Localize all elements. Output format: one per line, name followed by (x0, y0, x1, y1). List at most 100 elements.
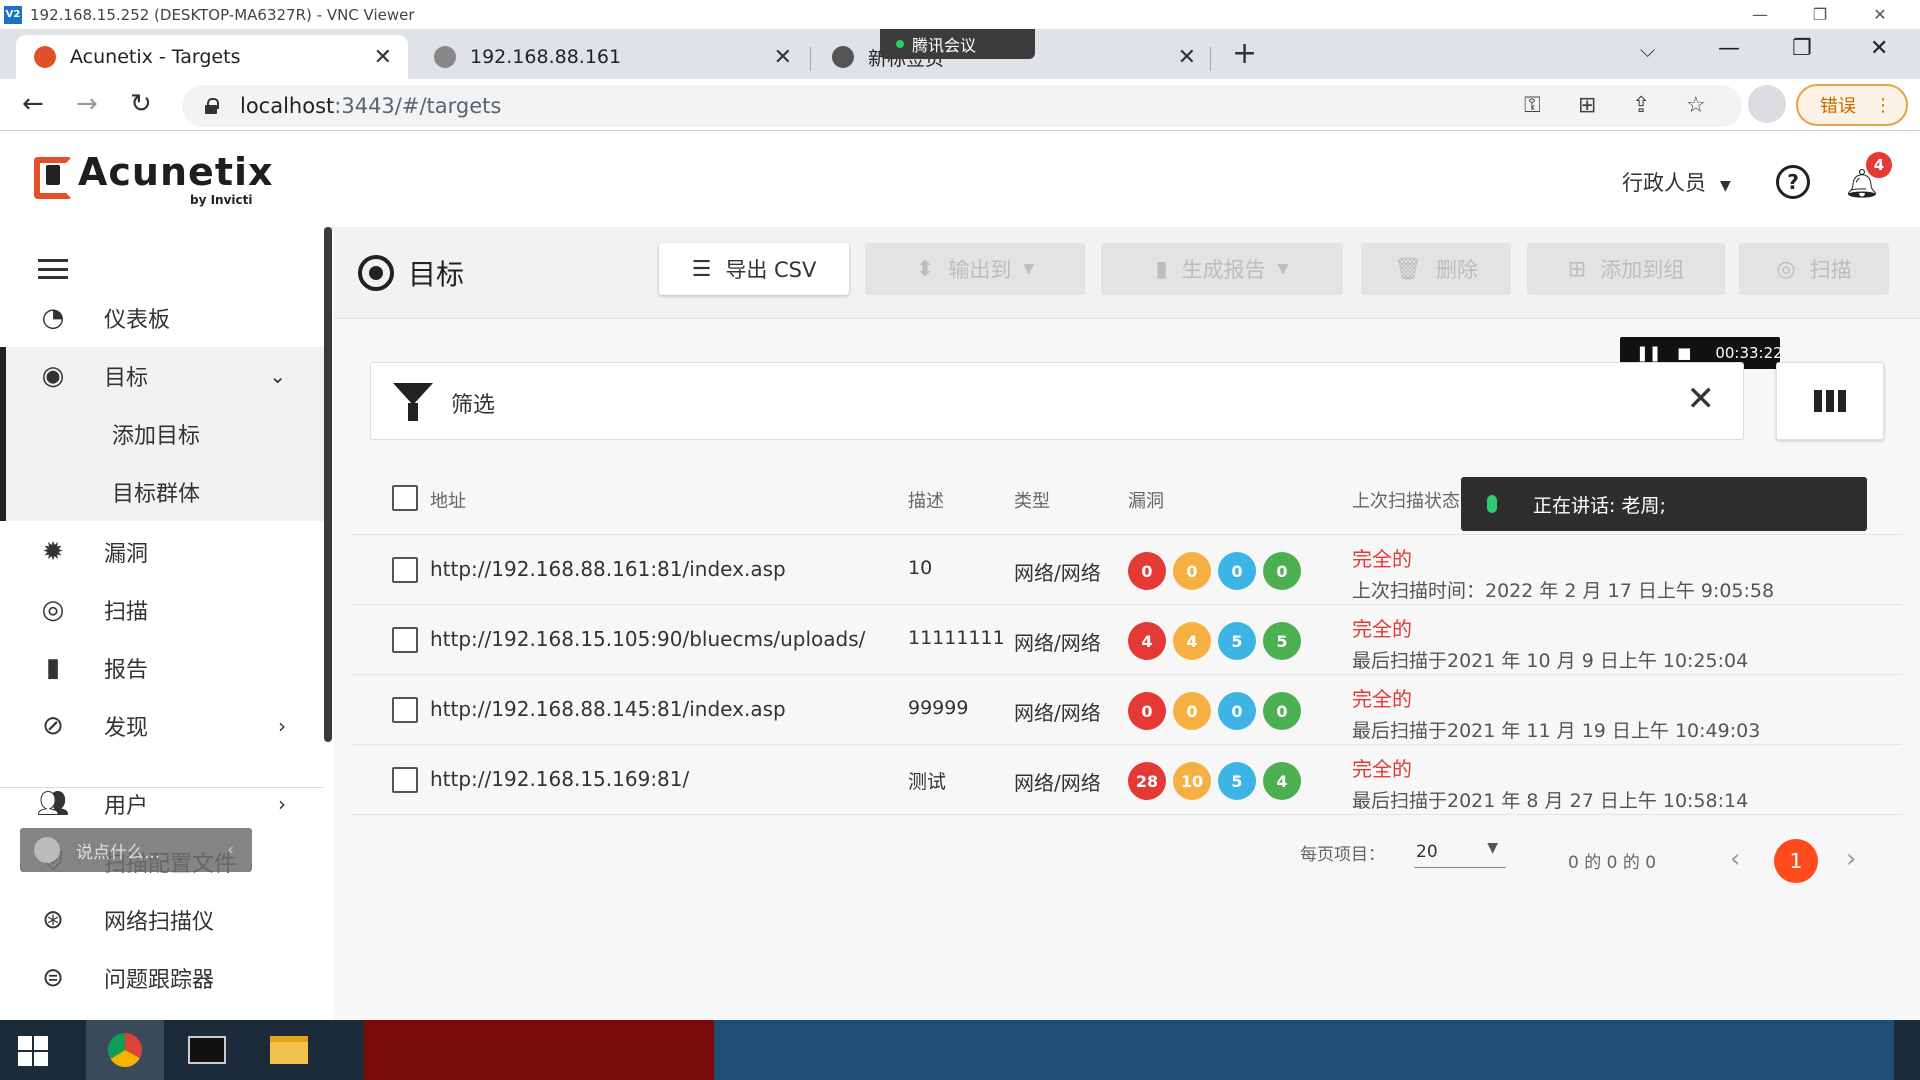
share-icon[interactable]: ⇪ (1632, 93, 1650, 118)
table-row[interactable]: http://192.168.88.161:81/index.asp 10 网络… (352, 535, 1902, 605)
low-severity-count[interactable]: 5 (1218, 762, 1256, 800)
emoji-icon[interactable] (34, 837, 60, 863)
user-menu[interactable]: 行政人员 ▼ (1622, 167, 1731, 197)
scan-button[interactable]: ◎ 扫描 (1739, 243, 1889, 295)
translate-icon[interactable]: ⊞ (1578, 93, 1596, 118)
export-csv-button[interactable]: ☰ 导出 CSV (659, 243, 849, 295)
sidebar-item-targets[interactable]: ◉ 目标 ⌄ (0, 347, 324, 405)
row-checkbox[interactable] (392, 697, 418, 723)
url-input[interactable]: localhost:3443/#/targets (182, 85, 1742, 127)
sidebar-item-reports[interactable]: ▮ 报告 (0, 639, 324, 697)
error-button[interactable]: 错误 ⋮ (1796, 84, 1908, 126)
filter-bar[interactable]: 筛选 ✕ (370, 362, 1744, 440)
hamburger-menu-icon[interactable] (38, 259, 68, 279)
meeting-indicator[interactable]: 腾讯会议 (880, 29, 1035, 59)
sidebar-item-users[interactable]: 👥︎ 用户 › (0, 775, 324, 833)
sidebar-item-discovery[interactable]: ⊘ 发现 › (0, 697, 324, 755)
column-header-vulnerabilities[interactable]: 漏洞 (1128, 487, 1164, 513)
medium-severity-count[interactable]: 0 (1173, 552, 1211, 590)
new-tab-button[interactable]: + (1232, 36, 1257, 71)
close-tab-icon[interactable]: ✕ (374, 45, 392, 70)
column-settings-button[interactable] (1776, 362, 1884, 440)
close-icon[interactable]: ✕ (1850, 0, 1910, 29)
tab-acunetix[interactable]: Acunetix - Targets ✕ (16, 35, 408, 79)
info-severity-count[interactable]: 4 (1263, 762, 1301, 800)
help-icon[interactable]: ? (1776, 165, 1810, 199)
column-header-description[interactable]: 描述 (908, 487, 944, 513)
terminal-taskbar-icon[interactable] (168, 1020, 246, 1080)
target-address[interactable]: http://192.168.88.145:81/index.asp (430, 697, 786, 721)
acunetix-logo[interactable]: Acunetix (30, 153, 274, 199)
restore-icon[interactable]: ❐ (1790, 0, 1850, 29)
key-icon[interactable]: ⚿ (1524, 93, 1541, 118)
clear-filter-icon[interactable]: ✕ (1687, 379, 1716, 419)
high-severity-count[interactable]: 0 (1128, 552, 1166, 590)
stop-icon[interactable]: ■ (1677, 344, 1691, 362)
per-page-select[interactable]: 20 ▼ (1414, 836, 1506, 868)
high-severity-count[interactable]: 28 (1128, 762, 1166, 800)
window-minimize-icon[interactable]: — (1718, 36, 1740, 61)
forward-icon[interactable]: → (76, 89, 98, 119)
profile-avatar[interactable] (1748, 85, 1786, 123)
table-row[interactable]: http://192.168.15.169:81/ 测试 网络/网络 28 10… (352, 745, 1902, 815)
minimize-icon[interactable]: — (1730, 0, 1790, 29)
row-checkbox[interactable] (392, 627, 418, 653)
chrome-taskbar-icon[interactable] (86, 1020, 164, 1080)
vulnerability-badges[interactable]: 28 10 5 4 (1128, 762, 1308, 800)
sidebar-item-target-groups[interactable]: 目标群体 (0, 463, 324, 521)
window-restore-icon[interactable]: ❐ (1792, 36, 1812, 61)
column-header-type[interactable]: 类型 (1014, 487, 1050, 513)
chat-input-float[interactable]: 说点什么... ‹ (20, 828, 252, 872)
column-header-address[interactable]: 地址 (430, 487, 466, 513)
target-address[interactable]: http://192.168.88.161:81/index.asp (430, 557, 786, 581)
column-header-last-scan[interactable]: 上次扫描状态 (1352, 487, 1460, 513)
row-checkbox[interactable] (392, 767, 418, 793)
medium-severity-count[interactable]: 0 (1173, 692, 1211, 730)
medium-severity-count[interactable]: 4 (1173, 622, 1211, 660)
low-severity-count[interactable]: 5 (1218, 622, 1256, 660)
current-page[interactable]: 1 (1774, 839, 1818, 883)
back-icon[interactable]: ← (22, 89, 44, 119)
export-to-button[interactable]: ⬍ 输出到 ▼ (865, 243, 1085, 295)
sidebar-item-vulnerabilities[interactable]: ✹ 漏洞 (0, 523, 324, 581)
info-severity-count[interactable]: 0 (1263, 552, 1301, 590)
info-severity-count[interactable]: 5 (1263, 622, 1301, 660)
last-scan-status[interactable]: 完全的 上次扫描时间：2022 年 2 月 17 日上午 9:05:58 (1352, 543, 1774, 603)
chevron-left-icon[interactable]: ‹ (227, 840, 234, 860)
bookmark-star-icon[interactable]: ☆ (1686, 93, 1706, 118)
close-tab-icon[interactable]: ✕ (1178, 45, 1196, 70)
tab-ip[interactable]: 192.168.88.161 ✕ (416, 35, 808, 79)
high-severity-count[interactable]: 0 (1128, 692, 1166, 730)
medium-severity-count[interactable]: 10 (1173, 762, 1211, 800)
table-row[interactable]: http://192.168.15.105:90/bluecms/uploads… (352, 605, 1902, 675)
sidebar-item-add-target[interactable]: 添加目标 (0, 405, 324, 463)
last-scan-status[interactable]: 完全的 最后扫描于2021 年 11 月 19 日上午 10:49:03 (1352, 683, 1760, 743)
tab-search-icon[interactable]: ⌵ (1640, 38, 1655, 62)
vulnerability-badges[interactable]: 4 4 5 5 (1128, 622, 1308, 660)
sidebar-item-dashboard[interactable]: ◔ 仪表板 (0, 289, 324, 347)
sidebar-item-network-scanner[interactable]: ⊛ 网络扫描仪 (0, 891, 324, 949)
window-close-icon[interactable]: ✕ (1870, 36, 1888, 61)
file-explorer-taskbar-icon[interactable] (250, 1020, 328, 1080)
row-checkbox[interactable] (392, 557, 418, 583)
info-severity-count[interactable]: 0 (1263, 692, 1301, 730)
close-tab-icon[interactable]: ✕ (774, 45, 792, 70)
previous-page-icon[interactable]: ‹ (1730, 844, 1740, 874)
pause-icon[interactable]: ❚❚ (1636, 344, 1661, 362)
add-to-group-button[interactable]: ⊞ 添加到组 (1527, 243, 1725, 295)
vulnerability-badges[interactable]: 0 0 0 0 (1128, 692, 1308, 730)
last-scan-status[interactable]: 完全的 最后扫描于2021 年 10 月 9 日上午 10:25:04 (1352, 613, 1748, 673)
reload-icon[interactable]: ↻ (130, 89, 152, 119)
select-all-checkbox[interactable] (392, 485, 418, 511)
high-severity-count[interactable]: 4 (1128, 622, 1166, 660)
sidebar-item-scans[interactable]: ◎ 扫描 (0, 581, 324, 639)
low-severity-count[interactable]: 0 (1218, 552, 1256, 590)
target-address[interactable]: http://192.168.15.169:81/ (430, 767, 689, 791)
windows-start-icon[interactable] (18, 1036, 48, 1066)
target-address[interactable]: http://192.168.15.105:90/bluecms/uploads… (430, 627, 865, 651)
next-page-icon[interactable]: › (1846, 844, 1856, 874)
vulnerability-badges[interactable]: 0 0 0 0 (1128, 552, 1308, 590)
sidebar-scrollbar[interactable] (324, 227, 332, 742)
last-scan-status[interactable]: 完全的 最后扫描于2021 年 8 月 27 日上午 10:58:14 (1352, 753, 1748, 813)
low-severity-count[interactable]: 0 (1218, 692, 1256, 730)
